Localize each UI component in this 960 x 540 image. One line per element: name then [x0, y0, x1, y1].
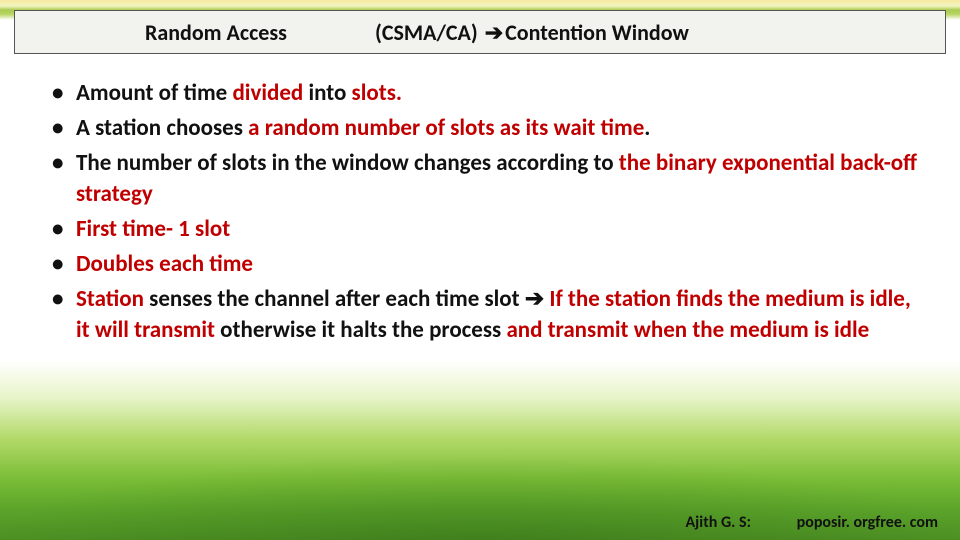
bullet-segment: otherwise it halts the process — [220, 316, 506, 344]
bullet-segment: ➔ — [525, 285, 549, 313]
bullet-segment: the — [619, 149, 656, 177]
bullet-segment: into — [308, 79, 351, 107]
title-left: Random Access — [15, 19, 375, 46]
bullet-item: Doubles each time — [40, 249, 920, 280]
title-right: (CSMA/CA) ➔Contention Window — [375, 19, 689, 46]
content-area: Amount of time divided into slots. A stat… — [40, 78, 920, 350]
bullet-item: Station senses the channel after each ti… — [40, 284, 920, 346]
bullet-segment: slots. — [352, 79, 402, 107]
footer-author: Ajith G. S: — [685, 513, 751, 532]
footer: Ajith G. S: poposir. orgfree. com — [685, 513, 938, 532]
arrow-icon: ➔ — [483, 19, 505, 46]
bullet-item: A station chooses a random number of slo… — [40, 113, 920, 144]
bullet-segment: Doubles each time — [76, 250, 253, 278]
title-right-prefix: (CSMA/CA) — [375, 19, 483, 46]
title-right-suffix: Contention Window — [505, 19, 689, 46]
bullet-segment: divided — [232, 79, 308, 107]
bullet-segment: First time- 1 slot — [76, 215, 230, 243]
bullet-segment: senses the channel after each time slot — [149, 285, 525, 313]
bullet-segment: A station chooses — [76, 114, 248, 142]
bullet-segment: a random number of slots as its wait tim… — [248, 114, 644, 142]
bullet-segment: and transmit when the medium is idle — [506, 316, 869, 344]
bullet-item: The number of slots in the window change… — [40, 148, 920, 210]
slide: Random Access (CSMA/CA) ➔Contention Wind… — [0, 0, 960, 540]
bullet-segment: Amount of time — [76, 79, 232, 107]
bullet-segment: Station — [76, 285, 149, 313]
bullet-segment: The number of slots in the window change… — [76, 149, 619, 177]
bullet-segment: . — [644, 114, 650, 142]
bullet-list: Amount of time divided into slots. A stat… — [40, 78, 920, 346]
footer-site: poposir. orgfree. com — [797, 513, 938, 532]
bullet-item: First time- 1 slot — [40, 214, 920, 245]
bullet-item: Amount of time divided into slots. — [40, 78, 920, 109]
title-bar: Random Access (CSMA/CA) ➔Contention Wind… — [14, 10, 946, 54]
